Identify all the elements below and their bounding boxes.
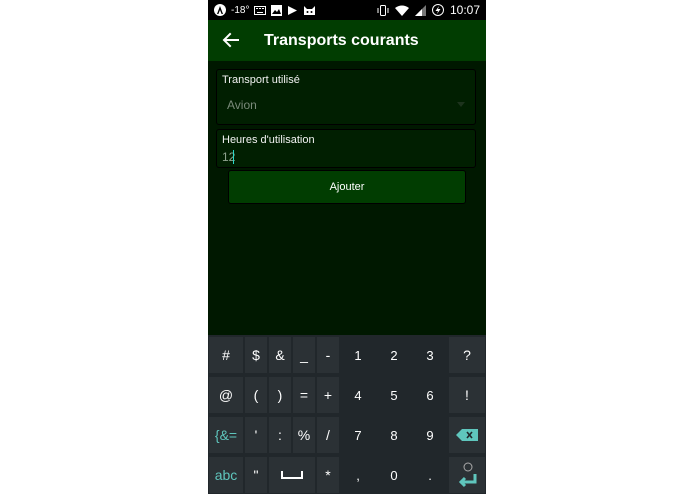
wifi-icon [394,5,409,16]
battery-charging-icon [431,4,444,16]
key[interactable]: , [341,457,375,493]
key[interactable]: _ [293,337,315,373]
key[interactable]: : [269,417,291,453]
cat-icon [304,5,316,15]
backspace-key[interactable] [449,417,485,453]
key[interactable]: " [245,457,267,493]
hours-label: Heures d'utilisation [222,134,315,146]
keyboard: # $ & _ -1 2 3? @() = +4 5 6! {&= ':%/7 8 9 abc " *, 0. [208,335,486,494]
key[interactable]: ( [245,377,267,413]
play-store-icon [288,5,298,15]
key[interactable]: 3 [413,337,447,373]
key[interactable]: % [293,417,315,453]
key[interactable]: - [317,337,339,373]
arrow-left-icon[interactable] [220,29,242,51]
key[interactable]: $ [245,337,267,373]
app-bar: Transports courants [208,20,486,61]
key[interactable]: 0 [377,457,411,493]
emoji-enter-icon [458,462,477,488]
space-key[interactable] [269,457,315,493]
key[interactable]: ) [269,377,291,413]
key[interactable]: + [317,377,339,413]
key[interactable]: 9 [413,417,447,453]
key[interactable]: & [269,337,291,373]
key[interactable]: ? [449,337,485,373]
key[interactable]: 1 [341,337,375,373]
temperature-text: -18° [231,4,250,16]
page-title: Transports courants [264,32,419,49]
status-bar: -18° 10:07 [208,0,486,20]
key[interactable]: . [413,457,447,493]
transport-value: Avion [227,98,257,112]
signal-icon [414,4,426,16]
clock: 10:07 [449,3,480,17]
key[interactable]: = [293,377,315,413]
backspace-icon [456,429,478,441]
key[interactable]: ' [245,417,267,453]
key[interactable]: ! [449,377,485,413]
status-right: 10:07 [377,0,480,20]
emoji-enter-key[interactable] [449,457,485,493]
key[interactable]: 5 [377,377,411,413]
key[interactable]: 8 [377,417,411,453]
key[interactable]: {&= [209,417,243,453]
dropdown-arrow-icon [457,102,465,107]
key[interactable]: 6 [413,377,447,413]
key[interactable]: 4 [341,377,375,413]
transport-label: Transport utilisé [222,74,300,86]
add-button[interactable]: Ajouter [228,170,466,204]
text-cursor [233,150,234,164]
key[interactable]: @ [209,377,243,413]
status-left: -18° [214,0,316,20]
hours-input[interactable]: Heures d'utilisation 12 [216,129,476,168]
phone-screen: -18° 10:07 Transports courants Transport… [208,0,486,494]
key[interactable]: / [317,417,339,453]
space-icon [281,471,303,479]
key[interactable]: abc [209,457,243,493]
image-icon [271,4,283,16]
vibrate-icon [377,4,389,16]
keyboard-icon [254,5,267,15]
android-icon [214,4,226,16]
transport-select[interactable]: Transport utilisé Avion [216,69,476,125]
key[interactable]: 2 [377,337,411,373]
key[interactable]: * [317,457,339,493]
key[interactable]: 7 [341,417,375,453]
key[interactable]: # [209,337,243,373]
